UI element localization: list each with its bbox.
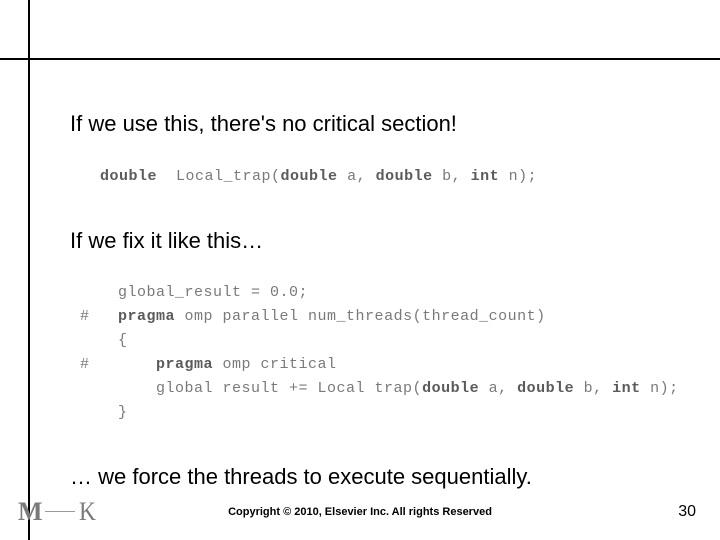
logo-divider xyxy=(45,511,75,512)
footer: M K Copyright © 2010, Elsevier Inc. All … xyxy=(0,484,720,540)
top-horizontal-rule xyxy=(0,58,720,60)
code-block-1: double Local_trap(double a, double b, in… xyxy=(90,157,680,197)
content-area: If we use this, there's no critical sect… xyxy=(70,110,680,510)
copyright-text: Copyright © 2010, Elsevier Inc. All righ… xyxy=(228,506,492,518)
code-line: global result += Local trap(double a, do… xyxy=(80,377,670,401)
left-vertical-rule xyxy=(28,0,30,540)
code-line: double Local_trap(double a, double b, in… xyxy=(100,165,670,189)
code-line: # pragma omp critical xyxy=(80,353,670,377)
logo-letter-k: K xyxy=(78,497,95,527)
code-block-2: global_result = 0.0; # pragma omp parall… xyxy=(70,273,680,433)
code-line: # pragma omp parallel num_threads(thread… xyxy=(80,305,670,329)
code-line: { xyxy=(80,329,670,353)
code-line: global_result = 0.0; xyxy=(80,281,670,305)
mk-logo: M K xyxy=(18,497,96,527)
code-line: } xyxy=(80,401,670,425)
page-number: 30 xyxy=(678,503,696,521)
slide: If we use this, there's no critical sect… xyxy=(0,0,720,540)
logo-letter-m: M xyxy=(18,497,42,527)
paragraph-1: If we use this, there's no critical sect… xyxy=(70,110,680,139)
paragraph-2: If we fix it like this… xyxy=(70,227,680,256)
